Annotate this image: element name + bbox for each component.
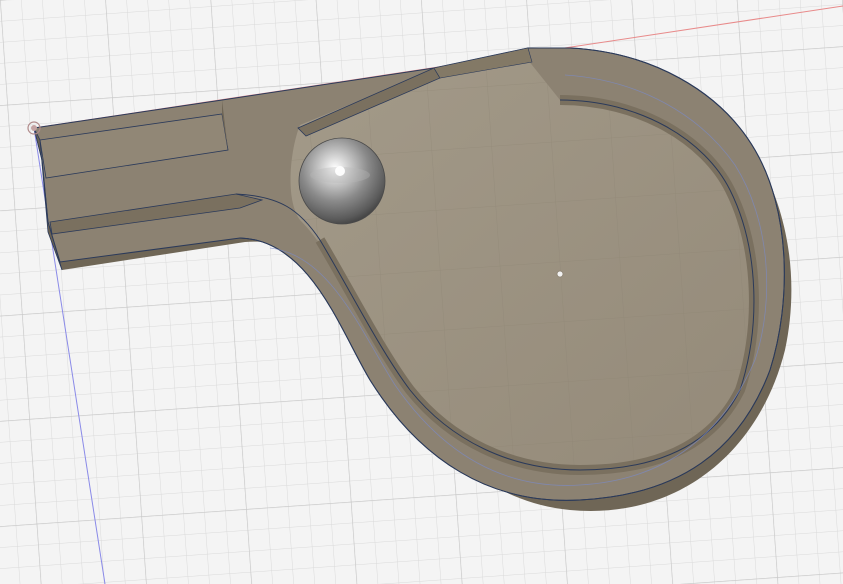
- whistle-ball[interactable]: [298, 137, 386, 225]
- viewport-canvas[interactable]: [0, 0, 843, 584]
- 3d-viewport[interactable]: [0, 0, 843, 584]
- center-point-icon[interactable]: [556, 270, 564, 278]
